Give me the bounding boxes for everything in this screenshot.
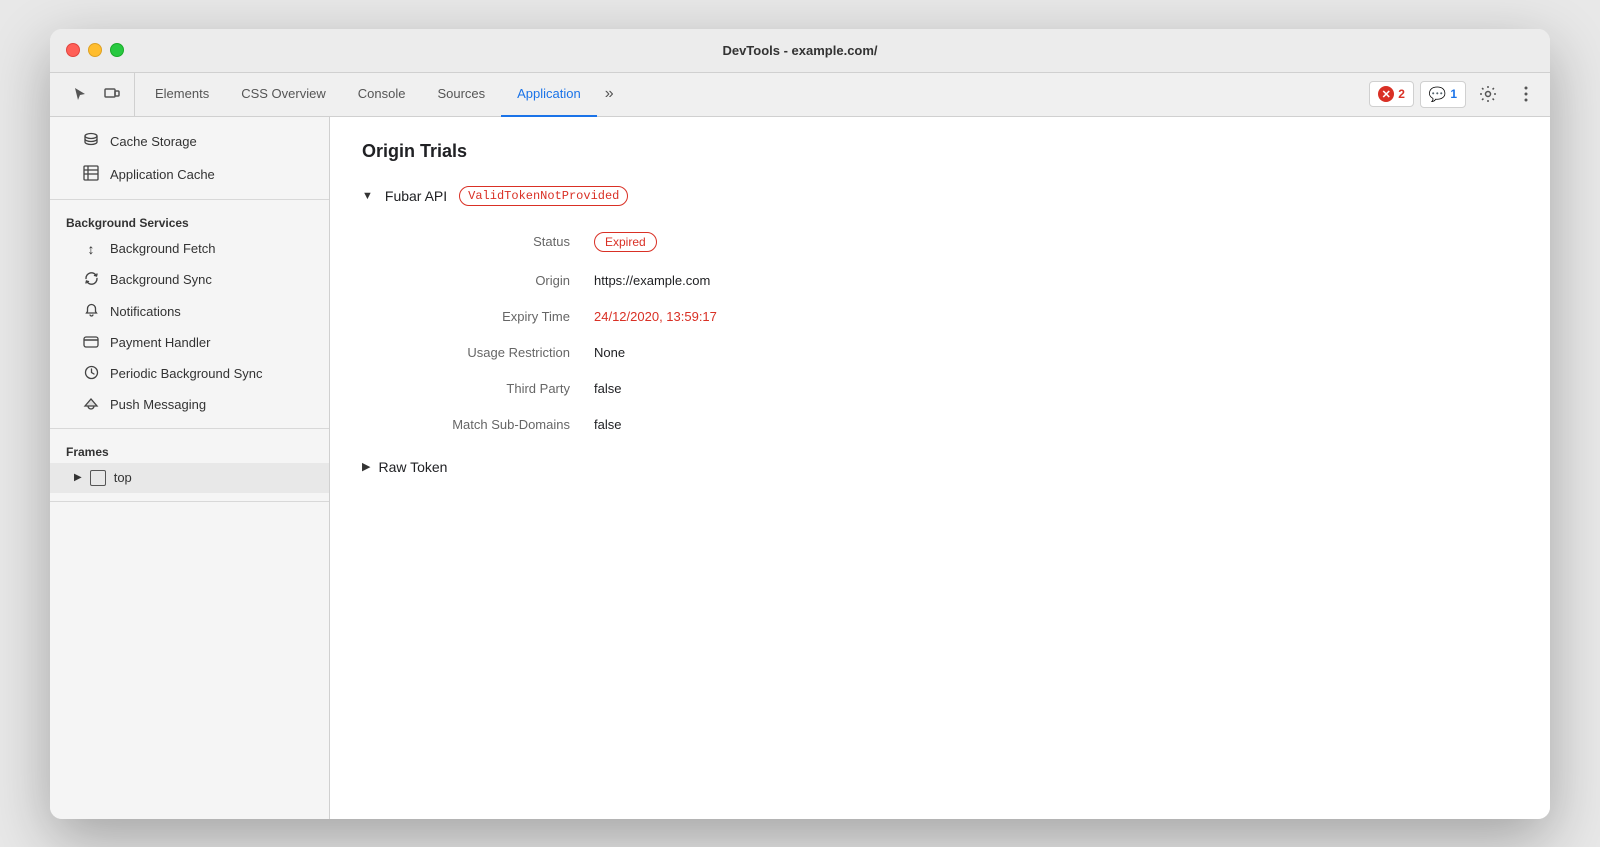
frames-section: Frames ▶ top bbox=[50, 429, 329, 502]
info-count-button[interactable]: 💬 1 bbox=[1420, 81, 1466, 108]
push-messaging-label: Push Messaging bbox=[110, 397, 206, 412]
sidebar-item-push-messaging[interactable]: Push Messaging bbox=[50, 390, 329, 420]
sidebar: Cache Storage Application Cache bbox=[50, 117, 330, 819]
settings-button[interactable] bbox=[1472, 78, 1504, 110]
bg-sync-label: Background Sync bbox=[110, 272, 212, 287]
status-label: Status bbox=[394, 234, 594, 249]
tab-tool-icons bbox=[58, 73, 135, 116]
more-tabs-button[interactable]: » bbox=[597, 73, 622, 116]
device-toggle-icon[interactable] bbox=[98, 80, 126, 108]
tabs-right-actions: ✕ 2 💬 1 bbox=[1369, 73, 1542, 116]
third-party-label: Third Party bbox=[394, 381, 594, 396]
api-header: ▼ Fubar API ValidTokenNotProvided bbox=[362, 186, 1518, 206]
periodic-bg-sync-icon bbox=[82, 365, 100, 383]
status-value: Expired bbox=[594, 232, 657, 252]
payment-handler-label: Payment Handler bbox=[110, 335, 210, 350]
tab-sources[interactable]: Sources bbox=[421, 73, 501, 117]
sidebar-item-payment-handler[interactable]: Payment Handler bbox=[50, 328, 329, 358]
error-count-button[interactable]: ✕ 2 bbox=[1369, 81, 1414, 107]
match-sub-domains-value: false bbox=[594, 417, 621, 432]
tab-css-overview[interactable]: CSS Overview bbox=[225, 73, 342, 117]
api-section: ▼ Fubar API ValidTokenNotProvided Status… bbox=[362, 186, 1518, 483]
usage-restriction-value: None bbox=[594, 345, 625, 360]
payment-handler-icon bbox=[82, 335, 100, 351]
bg-sync-icon bbox=[82, 271, 100, 289]
third-party-value: false bbox=[594, 381, 621, 396]
maximize-button[interactable] bbox=[110, 43, 124, 57]
usage-restriction-row: Usage Restriction None bbox=[394, 335, 1094, 371]
sidebar-item-bg-sync[interactable]: Background Sync bbox=[50, 264, 329, 296]
cache-storage-label: Cache Storage bbox=[110, 134, 197, 149]
page-title: Origin Trials bbox=[362, 141, 1518, 162]
frames-header: Frames bbox=[50, 437, 329, 463]
frame-icon bbox=[90, 470, 106, 486]
sidebar-item-periodic-bg-sync[interactable]: Periodic Background Sync bbox=[50, 358, 329, 390]
main-content: Cache Storage Application Cache bbox=[50, 117, 1550, 819]
close-button[interactable] bbox=[66, 43, 80, 57]
match-sub-domains-row: Match Sub-Domains false bbox=[394, 407, 1094, 443]
sidebar-item-notifications[interactable]: Notifications bbox=[50, 296, 329, 328]
cache-storage-icon bbox=[82, 132, 100, 151]
tab-console[interactable]: Console bbox=[342, 73, 422, 117]
sidebar-item-cache-storage[interactable]: Cache Storage bbox=[50, 125, 329, 158]
devtools-window: DevTools - example.com/ Elements CSS Ove… bbox=[50, 29, 1550, 819]
raw-token-label: Raw Token bbox=[378, 459, 447, 475]
origin-value: https://example.com bbox=[594, 273, 710, 288]
detail-table: Status Expired Origin https://example.co… bbox=[394, 222, 1094, 443]
application-cache-label: Application Cache bbox=[110, 167, 215, 182]
more-options-button[interactable] bbox=[1510, 78, 1542, 110]
raw-token-expand-icon: ▶ bbox=[362, 460, 370, 473]
minimize-button[interactable] bbox=[88, 43, 102, 57]
bg-fetch-label: Background Fetch bbox=[110, 241, 216, 256]
window-title: DevTools - example.com/ bbox=[722, 43, 877, 58]
push-messaging-icon bbox=[82, 397, 100, 413]
notifications-icon bbox=[82, 303, 100, 321]
usage-restriction-label: Usage Restriction bbox=[394, 345, 594, 360]
status-row: Status Expired bbox=[394, 222, 1094, 263]
frames-top-label: top bbox=[114, 470, 132, 485]
origin-label: Origin bbox=[394, 273, 594, 288]
title-bar: DevTools - example.com/ bbox=[50, 29, 1550, 73]
cursor-icon[interactable] bbox=[66, 80, 94, 108]
tab-application[interactable]: Application bbox=[501, 73, 597, 117]
expiry-time-row: Expiry Time 24/12/2020, 13:59:17 bbox=[394, 299, 1094, 335]
origin-row: Origin https://example.com bbox=[394, 263, 1094, 299]
application-cache-icon bbox=[82, 165, 100, 184]
periodic-bg-sync-label: Periodic Background Sync bbox=[110, 366, 262, 381]
storage-section: Cache Storage Application Cache bbox=[50, 117, 329, 200]
bg-fetch-icon: ↕ bbox=[82, 241, 100, 257]
match-sub-domains-label: Match Sub-Domains bbox=[394, 417, 594, 432]
expiry-time-value: 24/12/2020, 13:59:17 bbox=[594, 309, 717, 324]
message-icon: 💬 bbox=[1429, 86, 1446, 103]
api-collapse-icon[interactable]: ▼ bbox=[362, 190, 373, 202]
expand-arrow-icon: ▶ bbox=[74, 472, 82, 483]
traffic-lights bbox=[66, 43, 124, 57]
background-services-header: Background Services bbox=[50, 208, 329, 234]
third-party-row: Third Party false bbox=[394, 371, 1094, 407]
tab-elements[interactable]: Elements bbox=[139, 73, 225, 117]
sidebar-item-bg-fetch[interactable]: ↕ Background Fetch bbox=[50, 234, 329, 264]
api-name: Fubar API bbox=[385, 188, 447, 204]
notifications-label: Notifications bbox=[110, 304, 181, 319]
sidebar-item-application-cache[interactable]: Application Cache bbox=[50, 158, 329, 191]
detail-panel: Origin Trials ▼ Fubar API ValidTokenNotP… bbox=[330, 117, 1550, 819]
sidebar-item-frames-top[interactable]: ▶ top bbox=[50, 463, 329, 493]
error-icon: ✕ bbox=[1378, 86, 1394, 102]
background-services-section: Background Services ↕ Background Fetch B… bbox=[50, 200, 329, 429]
tabs-bar: Elements CSS Overview Console Sources Ap… bbox=[50, 73, 1550, 117]
raw-token-row[interactable]: ▶ Raw Token bbox=[362, 451, 1518, 483]
expiry-time-label: Expiry Time bbox=[394, 309, 594, 324]
api-status-badge: ValidTokenNotProvided bbox=[459, 186, 628, 206]
